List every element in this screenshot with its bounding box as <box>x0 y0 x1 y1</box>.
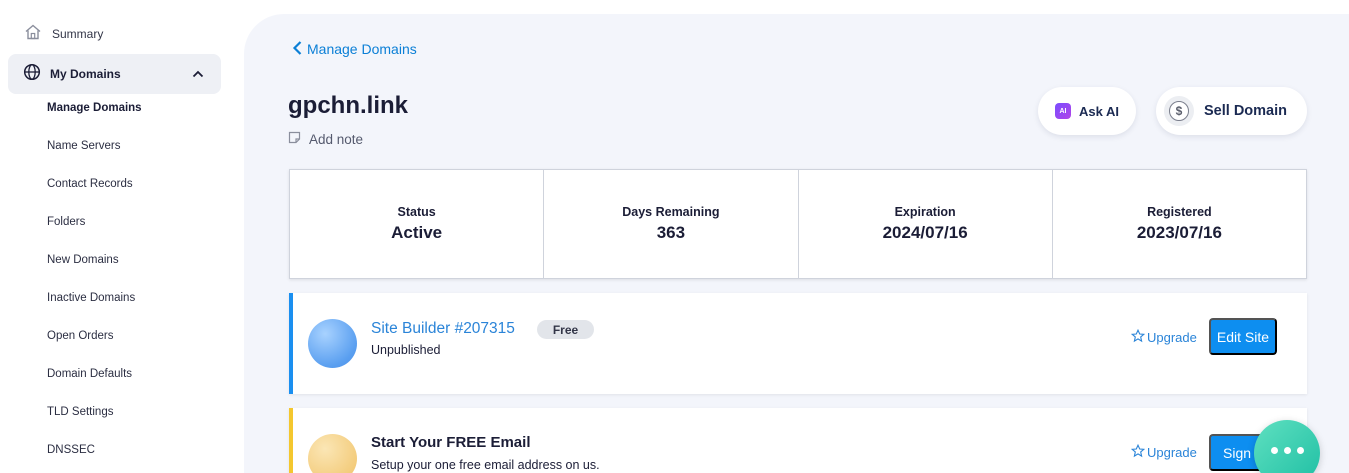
sell-domain-label: Sell Domain <box>1204 103 1287 119</box>
globe-icon <box>23 63 41 86</box>
upgrade-label: Upgrade <box>1147 330 1197 345</box>
sidebar-item-summary[interactable]: Summary <box>24 24 103 44</box>
stat-value: 2023/07/16 <box>1136 223 1222 242</box>
upgrade-label: Upgrade <box>1147 445 1197 460</box>
plan-badge: Free <box>537 320 594 339</box>
stat-value: 363 <box>656 223 686 242</box>
stat-registered: Registered 2023/07/16 <box>1052 170 1306 278</box>
domain-stats: Status Active Days Remaining 363 Expirat… <box>289 169 1307 279</box>
star-icon <box>1130 443 1146 461</box>
stat-label: Expiration <box>894 205 956 219</box>
site-builder-icon <box>308 319 357 368</box>
site-builder-status: Unpublished <box>371 343 441 357</box>
sidebar-sub-domain-defaults[interactable]: Domain Defaults <box>47 366 132 382</box>
chat-dot <box>1283 446 1291 454</box>
upgrade-link[interactable]: Upgrade <box>1130 328 1197 346</box>
stat-value: 2024/07/16 <box>882 223 968 242</box>
stat-days-remaining: Days Remaining 363 <box>544 170 798 278</box>
ask-ai-label: Ask AI <box>1079 103 1119 119</box>
email-title: Start Your FREE Email <box>371 434 531 451</box>
ai-icon: AI <box>1055 103 1071 119</box>
sidebar: Summary My Domains Manage Domains Name S… <box>0 0 235 473</box>
card-accent-bar <box>289 293 293 394</box>
stat-label: Status <box>397 205 436 219</box>
email-icon <box>308 434 357 473</box>
upgrade-link[interactable]: Upgrade <box>1130 443 1197 461</box>
edit-site-button[interactable]: Edit Site <box>1209 318 1277 355</box>
back-link[interactable]: Manage Domains <box>292 40 417 59</box>
sidebar-sub-name-servers[interactable]: Name Servers <box>47 138 121 154</box>
chevron-left-icon <box>292 40 303 59</box>
chat-dot <box>1270 446 1278 454</box>
sell-domain-button[interactable]: $ Sell Domain <box>1156 87 1307 135</box>
sidebar-sub-open-orders[interactable]: Open Orders <box>47 328 113 344</box>
sidebar-sub-dnssec[interactable]: DNSSEC <box>47 442 95 458</box>
site-builder-card: Site Builder #207315 Free Unpublished Up… <box>289 293 1307 394</box>
star-icon <box>1130 328 1146 346</box>
sidebar-sub-inactive-domains[interactable]: Inactive Domains <box>47 290 135 306</box>
sidebar-sub-manage-domains[interactable]: Manage Domains <box>47 100 142 116</box>
stat-label: Days Remaining <box>622 205 720 219</box>
sidebar-item-my-domains[interactable]: My Domains <box>8 54 221 94</box>
sidebar-item-label: Summary <box>52 27 104 41</box>
add-note-button[interactable]: Add note <box>288 131 363 147</box>
note-icon <box>288 131 301 147</box>
sidebar-sub-new-domains[interactable]: New Domains <box>47 252 119 268</box>
sidebar-item-label: My Domains <box>50 67 121 81</box>
add-note-label: Add note <box>309 131 364 147</box>
home-icon <box>24 23 42 46</box>
email-card: Start Your FREE Email Setup your one fre… <box>289 408 1307 473</box>
email-subtitle: Setup your one free email address on us. <box>371 458 600 472</box>
sidebar-sub-folders[interactable]: Folders <box>47 214 85 230</box>
sidebar-sub-contact-records[interactable]: Contact Records <box>47 176 133 192</box>
stat-expiration: Expiration 2024/07/16 <box>798 170 1052 278</box>
sidebar-sub-tld-settings[interactable]: TLD Settings <box>47 404 113 420</box>
domain-title: gpchn.link <box>288 92 408 119</box>
dollar-glyph: $ <box>1169 101 1189 121</box>
back-link-label: Manage Domains <box>307 41 417 57</box>
chat-dot <box>1296 446 1304 454</box>
site-builder-title[interactable]: Site Builder #207315 <box>371 320 515 338</box>
ask-ai-button[interactable]: AI Ask AI <box>1038 87 1136 135</box>
stat-status: Status Active <box>290 170 544 278</box>
stat-label: Registered <box>1147 205 1212 219</box>
dollar-icon: $ <box>1164 96 1194 126</box>
chevron-up-icon[interactable] <box>191 67 205 86</box>
card-accent-bar <box>289 408 293 473</box>
stat-value: Active <box>391 223 443 242</box>
